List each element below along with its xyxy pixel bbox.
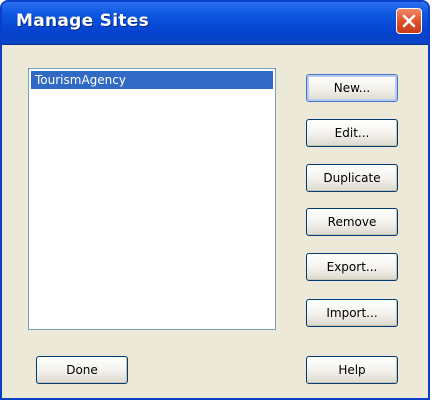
close-icon	[402, 14, 416, 28]
done-button[interactable]: Done	[36, 356, 128, 384]
help-button[interactable]: Help	[306, 356, 398, 384]
close-button[interactable]	[396, 8, 422, 34]
new-button[interactable]: New...	[306, 74, 398, 102]
sites-listbox[interactable]: TourismAgency	[28, 68, 276, 330]
remove-button[interactable]: Remove	[306, 208, 398, 236]
site-list-item[interactable]: TourismAgency	[31, 71, 273, 89]
export-button[interactable]: Export...	[306, 253, 398, 281]
title-bar[interactable]: Manage Sites	[2, 2, 428, 45]
manage-sites-dialog: Manage Sites TourismAgency New... Edit..…	[0, 0, 430, 400]
import-button[interactable]: Import...	[306, 299, 398, 327]
duplicate-button[interactable]: Duplicate	[306, 164, 398, 192]
edit-button[interactable]: Edit...	[306, 119, 398, 147]
dialog-title: Manage Sites	[16, 11, 150, 31]
